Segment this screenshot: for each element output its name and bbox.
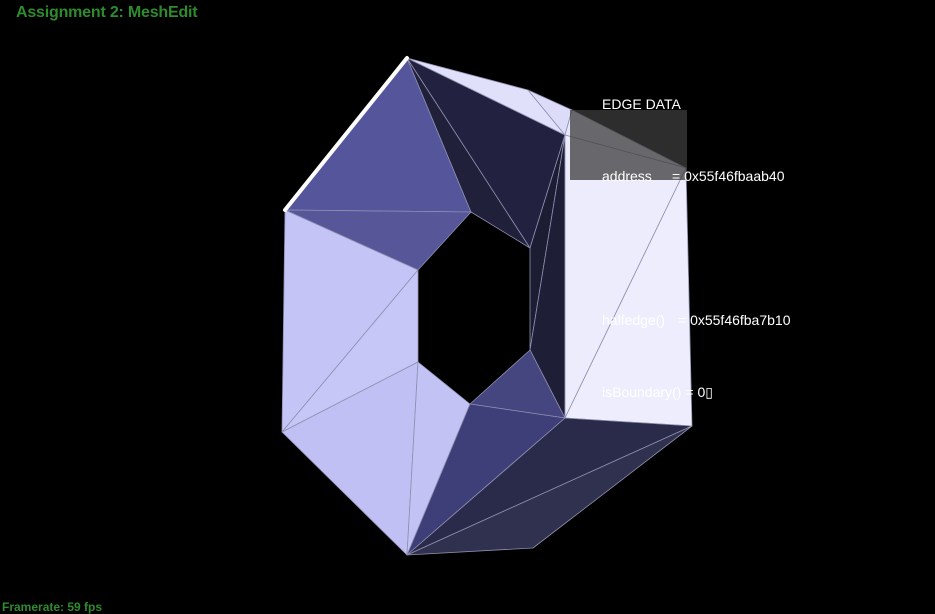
mesh-viewport[interactable] [0,0,935,609]
boundary-value: = 0▯ [685,384,713,400]
address-value: = 0x55f46fbaab40 [672,168,785,184]
edge-data-panel: EDGE DATA address = 0x55f46fbaab40 halfe… [602,44,791,428]
boundary-row: isBoundary() = 0▯ [602,380,791,404]
app-title: Assignment 2: MeshEdit [16,4,198,22]
framerate-readout: Framerate: 59 fps [2,600,102,614]
edge-data-heading: EDGE DATA [602,96,681,112]
boundary-label: isBoundary() [602,384,682,400]
halfedge-row: halfedge() = 0x55f46fba7b10 [602,308,791,332]
halfedge-value: = 0x55f46fba7b10 [678,312,791,328]
address-label: address [602,168,652,184]
address-row: address = 0x55f46fbaab40 [602,164,791,188]
app-title-text: Assignment 2: MeshEdit [16,4,198,21]
halfedge-label: halfedge() [602,312,666,328]
framerate-text: Framerate: 59 fps [2,600,103,614]
